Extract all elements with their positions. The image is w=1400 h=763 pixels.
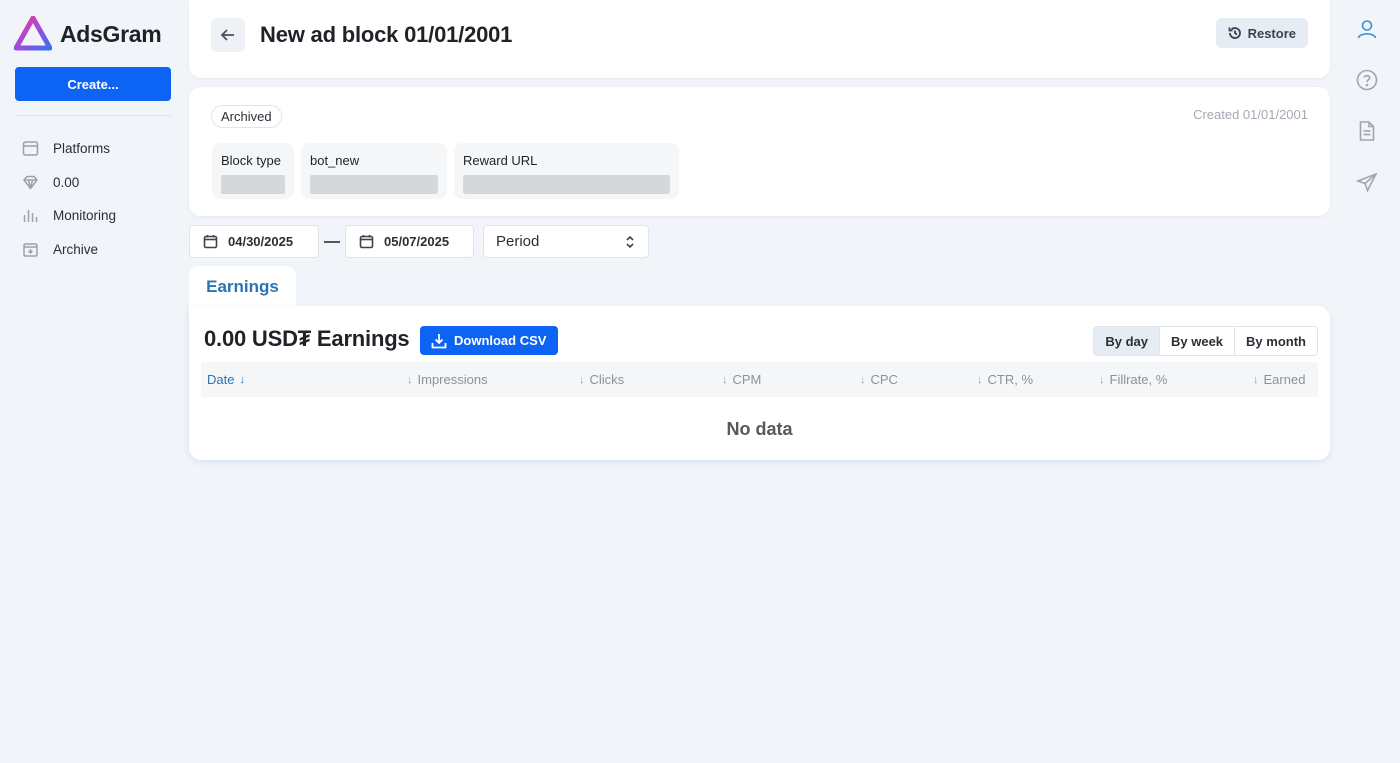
period-select-value: Period bbox=[496, 233, 540, 250]
date-to-input[interactable]: 05/07/2025 bbox=[345, 225, 474, 258]
column-label: CPM bbox=[732, 372, 762, 387]
restore-label: Restore bbox=[1247, 25, 1296, 41]
create-button[interactable]: Create... bbox=[15, 67, 171, 101]
column-label: Clicks bbox=[589, 372, 625, 387]
column-label: Fillrate, % bbox=[1109, 372, 1168, 387]
sidebar-item-monitoring[interactable]: Monitoring bbox=[22, 199, 116, 233]
field-block-type: Block type bbox=[212, 143, 294, 199]
sidebar-divider bbox=[15, 115, 171, 116]
earnings-card: 0.00 USD₮ Earnings Download CSV By day B… bbox=[189, 306, 1330, 460]
sort-arrow-icon: ↓ bbox=[977, 373, 983, 386]
date-to-value: 05/07/2025 bbox=[384, 234, 450, 249]
column-label: Impressions bbox=[417, 372, 488, 387]
column-label: Earned bbox=[1263, 372, 1306, 387]
column-clicks[interactable]: ↓ Clicks bbox=[579, 362, 624, 397]
column-earned[interactable]: ↓ Earned bbox=[1253, 362, 1305, 397]
sort-arrow-icon: ↓ bbox=[407, 373, 413, 386]
block-info-card: Archived Created 01/01/2001 Block type b… bbox=[189, 87, 1330, 216]
column-fillrate[interactable]: ↓ Fillrate, % bbox=[1099, 362, 1167, 397]
table-header: Date ↓ ↓ Impressions ↓ Clicks ↓ CPM ↓ CP… bbox=[201, 362, 1318, 397]
column-cpc[interactable]: ↓ CPC bbox=[860, 362, 898, 397]
column-impressions[interactable]: ↓ Impressions bbox=[407, 362, 488, 397]
sidebar-item-archive[interactable]: Archive bbox=[22, 233, 116, 267]
help-button[interactable] bbox=[1352, 65, 1382, 95]
browser-window-icon bbox=[22, 141, 39, 156]
field-value-redacted bbox=[463, 175, 670, 194]
by-day-button[interactable]: By day bbox=[1094, 327, 1159, 355]
sidebar-nav: Platforms 0.00 Monitoring Archive bbox=[22, 132, 116, 266]
sidebar-item-label: Platforms bbox=[53, 141, 111, 157]
profile-button[interactable] bbox=[1352, 14, 1382, 44]
column-label: CTR, % bbox=[987, 372, 1034, 387]
document-icon bbox=[1359, 121, 1375, 141]
field-value-redacted bbox=[221, 175, 285, 194]
download-csv-label: Download CSV bbox=[454, 333, 547, 348]
arrow-left-icon bbox=[220, 29, 234, 41]
chevron-up-down-icon bbox=[626, 235, 634, 248]
status-badge: Archived bbox=[211, 105, 282, 128]
date-from-value: 04/30/2025 bbox=[228, 234, 294, 249]
docs-button[interactable] bbox=[1352, 116, 1382, 146]
column-cpm[interactable]: ↓ CPM bbox=[722, 362, 761, 397]
download-csv-button[interactable]: Download CSV bbox=[420, 326, 559, 355]
archive-box-icon bbox=[23, 243, 38, 257]
field-reward-url: Reward URL bbox=[454, 143, 679, 199]
empty-state: No data bbox=[726, 419, 793, 439]
page-title: New ad block 01/01/2001 bbox=[260, 22, 513, 47]
calendar-icon bbox=[359, 235, 374, 249]
help-circle-icon bbox=[1356, 69, 1378, 91]
page-header: New ad block 01/01/2001 Restore bbox=[189, 0, 1330, 78]
history-icon bbox=[1228, 27, 1241, 39]
field-value-redacted bbox=[310, 175, 438, 194]
bar-chart-icon bbox=[23, 210, 38, 223]
sort-arrow-icon: ↓ bbox=[239, 373, 245, 386]
sidebar: AdsGram Create... Platforms 0.00 Monitor… bbox=[0, 0, 186, 763]
user-icon bbox=[1357, 20, 1377, 39]
tab-earnings[interactable]: Earnings bbox=[189, 266, 296, 308]
sort-arrow-icon: ↓ bbox=[722, 373, 728, 386]
download-icon bbox=[431, 333, 447, 348]
column-date[interactable]: Date ↓ bbox=[207, 362, 245, 397]
column-ctr[interactable]: ↓ CTR, % bbox=[977, 362, 1033, 397]
field-bot-name: bot_new bbox=[301, 143, 447, 199]
field-label: Block type bbox=[221, 153, 281, 168]
column-label: CPC bbox=[870, 372, 898, 387]
telegram-button[interactable] bbox=[1352, 167, 1382, 197]
by-week-button[interactable]: By week bbox=[1159, 327, 1235, 355]
sidebar-item-label: Monitoring bbox=[53, 208, 117, 224]
telegram-send-icon bbox=[1356, 172, 1378, 193]
sidebar-item-label: Archive bbox=[53, 241, 99, 257]
granularity-toggle: By day By week By month bbox=[1093, 326, 1318, 356]
adsgram-logo-icon bbox=[14, 16, 52, 51]
sidebar-item-balance[interactable]: 0.00 bbox=[22, 166, 116, 200]
diamond-icon bbox=[23, 175, 38, 190]
sidebar-item-label: 0.00 bbox=[53, 174, 80, 190]
calendar-icon bbox=[203, 235, 218, 249]
by-month-button[interactable]: By month bbox=[1234, 327, 1317, 355]
sort-arrow-icon: ↓ bbox=[1099, 373, 1105, 386]
sort-arrow-icon: ↓ bbox=[860, 373, 866, 386]
field-label: Reward URL bbox=[463, 153, 538, 168]
column-label: Date bbox=[207, 372, 235, 387]
sort-arrow-icon: ↓ bbox=[579, 373, 585, 386]
date-from-input[interactable]: 04/30/2025 bbox=[189, 225, 319, 258]
created-date: Created 01/01/2001 bbox=[1193, 107, 1308, 122]
logo[interactable]: AdsGram bbox=[14, 16, 162, 52]
date-range-separator bbox=[324, 241, 340, 243]
period-select[interactable]: Period bbox=[483, 225, 649, 258]
earnings-total: 0.00 USD₮ Earnings bbox=[204, 326, 410, 351]
right-icon-rail bbox=[1352, 14, 1382, 218]
back-button[interactable] bbox=[211, 18, 245, 52]
sort-arrow-icon: ↓ bbox=[1253, 373, 1259, 386]
restore-button[interactable]: Restore bbox=[1215, 18, 1308, 48]
sidebar-item-platforms[interactable]: Platforms bbox=[22, 132, 116, 166]
app-name: AdsGram bbox=[60, 20, 162, 47]
field-label: bot_new bbox=[310, 153, 360, 168]
